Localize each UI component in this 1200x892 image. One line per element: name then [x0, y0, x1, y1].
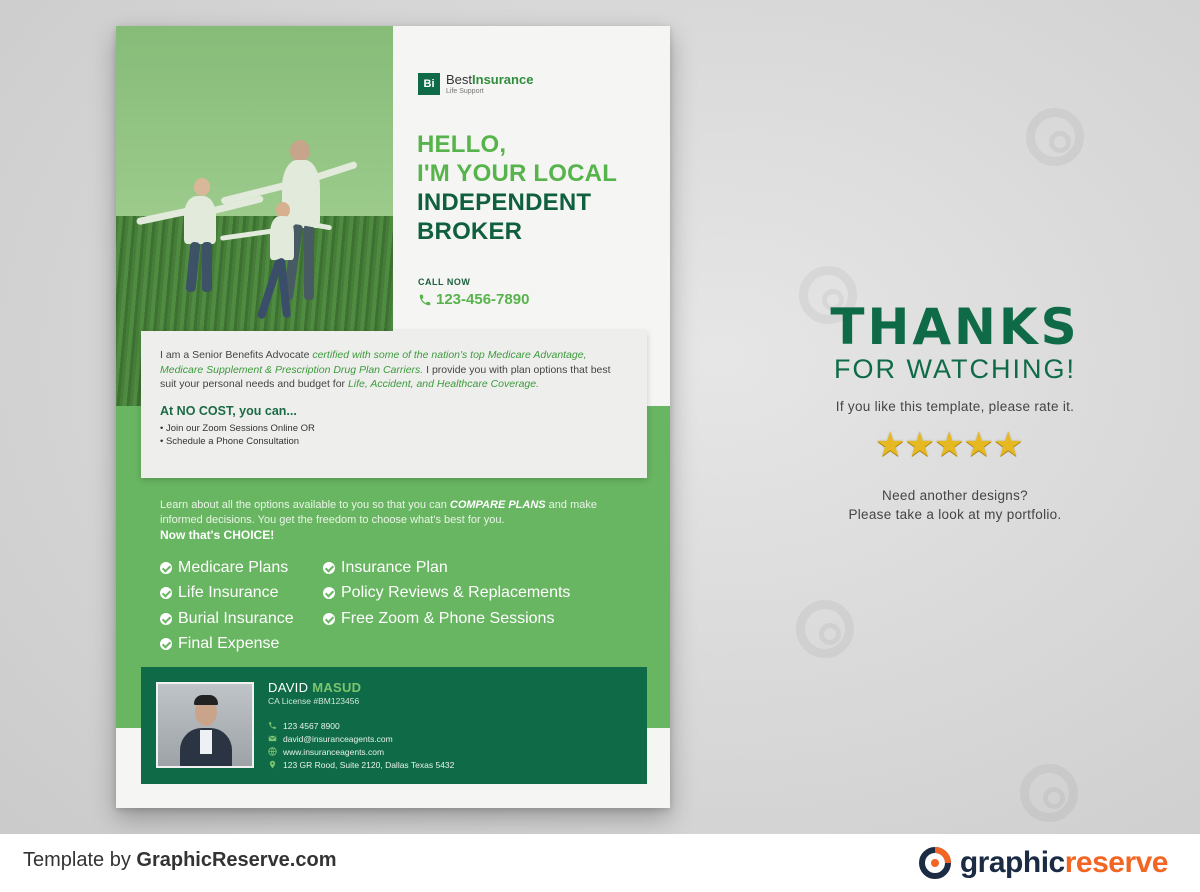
list-item: Schedule a Phone Consultation: [160, 435, 628, 448]
header-panel: Bi BestInsurance Life Support HELLO, I'M…: [393, 26, 670, 331]
mail-icon: [268, 735, 277, 742]
agent-contacts: 123 4567 8900 david@insuranceagents.com …: [268, 719, 454, 771]
features-column-1: Medicare Plans Life Insurance Burial Ins…: [160, 555, 294, 657]
features-column-2: Insurance Plan Policy Reviews & Replacem…: [323, 555, 570, 632]
feature-item: Medicare Plans: [160, 555, 294, 581]
agent-card: DAVID MASUD CA License #BM123456 123 456…: [141, 667, 647, 784]
agent-website[interactable]: www.insuranceagents.com: [268, 745, 454, 758]
intro-text: I am a Senior Benefits Advocate certifie…: [160, 349, 611, 390]
phone-icon: [419, 294, 431, 305]
thanks-subtitle: FOR WATCHING!: [834, 354, 1076, 384]
watermark-icon: [1026, 108, 1084, 166]
globe-icon: [268, 747, 277, 756]
phone-icon: [269, 722, 276, 729]
feature-item: Free Zoom & Phone Sessions: [323, 606, 570, 632]
logo-name: BestInsurance: [446, 72, 534, 87]
brand-logo-icon: [918, 847, 951, 879]
logo-mark: Bi: [418, 73, 440, 95]
feature-item: Life Insurance: [160, 581, 294, 607]
call-now-label: CALL NOW: [418, 277, 471, 287]
list-item: Join our Zoom Sessions Online OR: [160, 422, 628, 435]
flyer: Bi BestInsurance Life Support HELLO, I'M…: [116, 26, 670, 808]
star-icon[interactable]: ★: [875, 428, 905, 462]
feature-item: Policy Reviews & Replacements: [323, 581, 570, 607]
agent-address: 123 GR Rood, Suite 2120, Dallas Texas 54…: [268, 758, 454, 771]
agent-phone[interactable]: 123 4567 8900: [268, 719, 454, 732]
map-pin-icon: [269, 760, 276, 769]
feature-item: Final Expense: [160, 632, 294, 658]
site-link[interactable]: GraphicReserve.com: [136, 849, 336, 871]
watermark-icon: [1020, 764, 1078, 822]
choice-text: Now that's CHOICE!: [160, 528, 275, 542]
check-icon: [323, 612, 335, 625]
company-logo: Bi BestInsurance Life Support: [418, 73, 533, 95]
check-icon: [160, 561, 172, 574]
agent-email[interactable]: david@insuranceagents.com: [268, 732, 454, 745]
intro-card: I am a Senior Benefits Advocate certifie…: [141, 331, 647, 478]
brand-name: graphicreserve: [959, 846, 1169, 879]
agent-license: CA License #BM123456: [268, 696, 360, 706]
template-credit: Template by GraphicReserve.com: [23, 849, 337, 871]
star-icon[interactable]: ★: [934, 428, 964, 462]
check-icon: [160, 638, 172, 651]
star-icon[interactable]: ★: [904, 428, 934, 462]
headline: HELLO, I'M YOUR LOCAL INDEPENDENT BROKER: [417, 131, 618, 245]
feature-item: Insurance Plan: [323, 555, 570, 581]
call-phone[interactable]: 123-456-7890: [418, 291, 529, 308]
footer-bar: Template by GraphicReserve.com graphicre…: [0, 834, 1200, 892]
no-cost-list: Join our Zoom Sessions Online OR Schedul…: [160, 422, 628, 448]
check-icon: [160, 587, 172, 600]
logo-tagline: Life Support: [446, 88, 484, 95]
star-icon[interactable]: ★: [963, 428, 993, 462]
agent-name: DAVID MASUD: [268, 680, 362, 695]
learn-text: Learn about all the options available to…: [160, 499, 597, 526]
check-icon: [323, 587, 335, 600]
watermark-icon: [796, 600, 854, 658]
check-icon: [160, 612, 172, 625]
thanks-title: THANKS: [830, 298, 1080, 356]
check-icon: [323, 561, 335, 574]
star-icon[interactable]: ★: [993, 428, 1023, 462]
feature-item: Burial Insurance: [160, 606, 294, 632]
rate-prompt: If you like this template, please rate i…: [835, 399, 1075, 414]
portfolio-prompt: Need another designs? Please take a look…: [848, 488, 1062, 522]
agent-photo: [156, 682, 254, 768]
star-rating[interactable]: ★ ★ ★ ★ ★: [875, 428, 1023, 462]
brand-logo[interactable]: graphicreserve: [918, 846, 1169, 880]
no-cost-title: At NO COST, you can...: [160, 403, 297, 418]
